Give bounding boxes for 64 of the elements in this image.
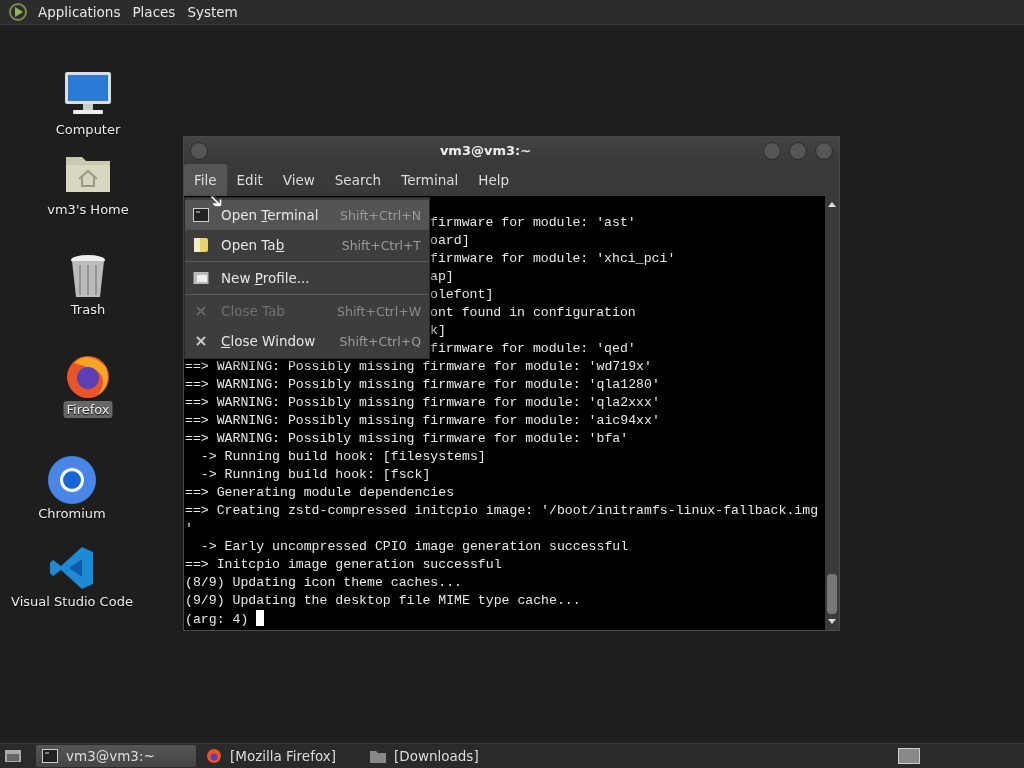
profile-icon: [193, 271, 209, 285]
terminal-line: ==> WARNING: Possibly missing firmware for module: 'bfa': [185, 431, 629, 446]
menu-bar-item[interactable]: Help: [468, 164, 520, 196]
panel-menu[interactable]: System: [183, 4, 242, 20]
terminal-line: (arg: 4): [185, 612, 250, 627]
terminal-line: k]: [430, 323, 446, 338]
menu-bar-item[interactable]: View: [272, 164, 325, 196]
code-editor-icon[interactable]: [49, 545, 95, 591]
desktop-icon-label[interactable]: Firefox: [63, 401, 113, 418]
desktop-icon-label[interactable]: Computer: [52, 121, 124, 138]
terminal-line: (9/9) Updating the desktop file MIME type cache...: [185, 593, 581, 608]
desktop-icon-label[interactable]: Chromium: [35, 505, 109, 522]
desktop-icon-label[interactable]: vm3's Home: [44, 201, 132, 218]
terminal-line: -> Running build hook: [filesystems]: [199, 449, 486, 464]
folder-icon: [370, 749, 386, 763]
tab-icon: [193, 237, 209, 253]
window-title: vm3@vm3:~: [438, 143, 533, 158]
chromium-icon[interactable]: [47, 455, 97, 505]
terminal-line: ont found in configuration: [430, 305, 636, 320]
firefox-icon: [206, 748, 222, 764]
terminal-line: ==> Generating module dependencies: [185, 485, 455, 500]
terminal-line: firmware for module: 'qed': [430, 341, 636, 356]
terminal-line: (8/9) Updating icon theme caches...: [185, 575, 462, 590]
desktop-icon-label[interactable]: Trash: [67, 301, 109, 318]
terminal-line: ': [185, 521, 193, 536]
menu-item[interactable]: Close Window Shift+Ctrl+Q: [185, 326, 429, 356]
workspace-switcher[interactable]: [898, 748, 920, 764]
terminal-line: ==> WARNING: Possibly missing firmware for module: 'wd719x': [185, 359, 652, 374]
terminal-line: ==> WARNING: Possibly missing firmware for module: 'qla2xxx': [185, 395, 660, 410]
terminal-line: ==> Initcpio image generation successful: [185, 557, 502, 572]
terminal-line: oard]: [430, 233, 470, 248]
terminal-icon: [42, 749, 58, 763]
scrollbar-thumb[interactable]: [827, 574, 837, 614]
terminal-line: -> Running build hook: [fsck]: [199, 467, 431, 482]
panel-menu[interactable]: Applications: [34, 4, 125, 20]
close-icon: [196, 306, 206, 316]
play-logo-icon[interactable]: [8, 2, 28, 22]
terminal-line: ap]: [430, 269, 454, 284]
menu-item[interactable]: Open Tab Shift+Ctrl+T: [185, 230, 429, 260]
menu-bar-item[interactable]: File: [184, 164, 227, 196]
terminal-line: firmware for module: 'xhci_pci': [430, 251, 676, 266]
menu-bar-item[interactable]: Search: [324, 164, 392, 196]
terminal-line: ==> Creating zstd-compressed initcpio image: '/boot/initramfs-linux-fallback.img: [185, 503, 819, 518]
close-icon: [196, 336, 206, 346]
scroll-up-icon[interactable]: [827, 200, 837, 208]
desktop-icon-label[interactable]: Visual Studio Code: [8, 593, 136, 610]
taskbar-button[interactable]: [Downloads]: [364, 745, 524, 767]
menu-bar-item[interactable]: Edit: [226, 164, 273, 196]
terminal-line: ==> WARNING: Possibly missing firmware for module: 'qla1280': [185, 377, 660, 392]
scroll-down-icon[interactable]: [827, 618, 837, 626]
menu-item[interactable]: Open Terminal Shift+Ctrl+N: [185, 200, 429, 230]
menu-item[interactable]: New Profile...: [185, 263, 429, 293]
mouse-pointer-icon: [210, 195, 222, 207]
trash-icon[interactable]: [68, 253, 108, 299]
taskbar-button[interactable]: vm3@vm3:~: [36, 745, 196, 767]
terminal-line: -> Early uncompressed CPIO image generation successful: [199, 539, 629, 554]
show-desktop-icon[interactable]: [4, 748, 22, 764]
taskbar-button[interactable]: [Mozilla Firefox]: [200, 745, 360, 767]
terminal-line: firmware for module: 'ast': [430, 215, 636, 230]
panel-menu[interactable]: Places: [128, 4, 180, 20]
terminal-icon: [193, 208, 209, 222]
terminal-line: olefont]: [430, 287, 494, 302]
terminal-line: ==> WARNING: Possibly missing firmware for module: 'aic94xx': [185, 413, 660, 428]
menu-bar-item[interactable]: Terminal: [391, 164, 469, 196]
